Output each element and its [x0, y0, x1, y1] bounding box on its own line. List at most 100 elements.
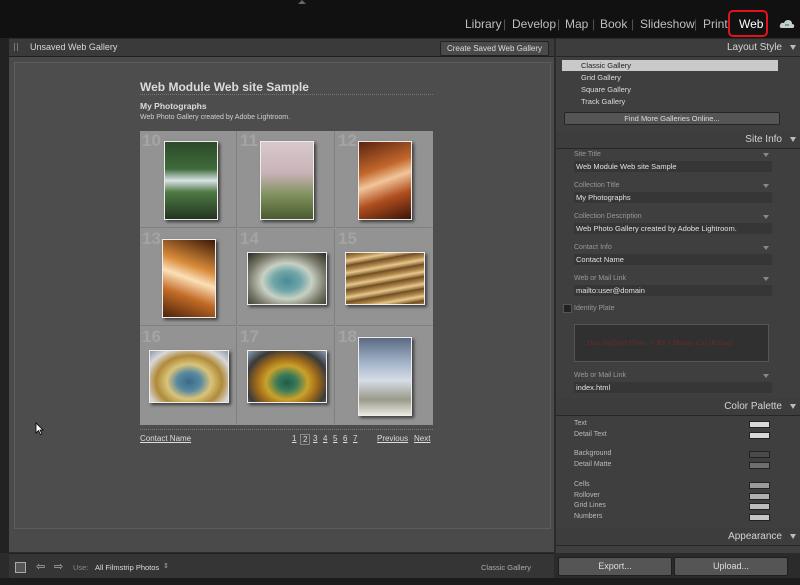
collection-description-field[interactable]: Web Photo Gallery created by Adobe Light… [574, 223, 772, 234]
arrow-right-icon[interactable]: ⇨ [54, 560, 63, 573]
module-slideshow[interactable]: Slideshow [640, 17, 695, 31]
color-swatch-detail-text[interactable] [749, 432, 770, 439]
site-info-header[interactable]: Site Info [556, 131, 800, 149]
collapse-triangle-icon[interactable] [790, 137, 796, 142]
dropdown-triangle-icon[interactable] [763, 374, 769, 378]
page-link[interactable]: 7 [353, 434, 357, 443]
site-title-label: Site Title [574, 151, 601, 158]
contact-info-field[interactable]: Contact Name [574, 254, 772, 265]
grid-cell[interactable]: 14 [238, 229, 335, 326]
collapse-triangle-icon[interactable] [790, 45, 796, 50]
module-library[interactable]: Library [465, 17, 502, 31]
color-swatch-numbers[interactable] [749, 514, 770, 521]
export-button[interactable]: Export... [558, 557, 672, 576]
photo-blossom-path[interactable] [260, 141, 314, 220]
dropdown-triangle-icon[interactable] [763, 215, 769, 219]
grid-cell[interactable]: 13 [140, 229, 237, 326]
photo-hot-spring[interactable] [247, 252, 327, 305]
page-link[interactable]: 3 [313, 434, 317, 443]
photo-dead-trees[interactable] [358, 337, 412, 416]
appearance-header[interactable]: Appearance [556, 528, 800, 546]
collapse-triangle-icon[interactable] [790, 534, 796, 539]
photo-geyser-pool[interactable] [149, 350, 229, 403]
page-link-current[interactable]: 2 [300, 434, 311, 445]
color-label-text: Text [574, 420, 587, 427]
module-web[interactable]: Web [739, 17, 763, 31]
find-more-galleries-button[interactable]: Find More Galleries Online... [564, 112, 780, 125]
mail-link-label: Web or Mail Link [574, 275, 627, 282]
cloud-sync-icon[interactable] [779, 19, 795, 29]
collapse-triangle-icon[interactable] [790, 404, 796, 409]
left-panel-edge[interactable] [0, 38, 9, 553]
photo-slot-canyon[interactable] [358, 141, 412, 220]
color-swatch-text[interactable] [749, 421, 770, 428]
grid-cell[interactable]: 15 [336, 229, 433, 326]
module-book[interactable]: Book [600, 17, 627, 31]
identity-plate-checkbox[interactable] [563, 304, 572, 313]
web-link-field[interactable]: index.html [574, 382, 772, 393]
page-link[interactable]: 4 [323, 434, 327, 443]
dropdown-triangle-icon[interactable] [763, 184, 769, 188]
grid-cell[interactable]: 18 [336, 327, 433, 424]
gallery-preview: Web Module Web site Sample My Photograph… [9, 57, 554, 552]
color-swatch-background[interactable] [749, 451, 770, 458]
gallery-option-classic[interactable]: Classic Gallery [562, 60, 778, 71]
contact-name-link[interactable]: Contact Name [140, 434, 191, 443]
grid-cell[interactable]: 12 [336, 131, 433, 228]
collection-title: My Photographs [140, 101, 207, 111]
cell-number: 17 [240, 327, 259, 346]
color-palette-header[interactable]: Color Palette [556, 398, 800, 416]
select-updown-icon[interactable]: ⇕ [163, 562, 169, 570]
grid-cell[interactable]: 17 [238, 327, 335, 424]
dropdown-triangle-icon[interactable] [763, 153, 769, 157]
cell-number: 18 [338, 327, 357, 346]
page-link[interactable]: 1 [292, 434, 296, 443]
use-label: Use: [73, 563, 89, 572]
photo-mineral-terraces[interactable] [345, 252, 425, 305]
page-link[interactable]: 6 [343, 434, 347, 443]
identity-plate-preview[interactable]: Dan Hatfield Photo · CRS 1 Master Cal (R… [574, 324, 769, 362]
create-saved-web-gallery-button[interactable]: Create Saved Web Gallery [439, 41, 549, 56]
page-link[interactable]: 5 [333, 434, 337, 443]
use-source-select[interactable]: All Filmstrip Photos [95, 563, 159, 572]
panel-title: Appearance [728, 531, 782, 542]
gallery-option-grid[interactable]: Grid Gallery [562, 72, 778, 83]
photo-canyon-light[interactable] [162, 239, 216, 318]
module-print[interactable]: Print [703, 17, 728, 31]
module-separator: | [592, 17, 596, 31]
grid-cell[interactable]: 10 [140, 131, 237, 228]
cell-number: 16 [142, 327, 161, 346]
gallery-option-track[interactable]: Track Gallery [562, 96, 778, 107]
color-label-cells: Cells [574, 481, 590, 488]
panel-title: Layout Style [726, 42, 782, 53]
color-swatch-cells[interactable] [749, 482, 770, 489]
previous-link[interactable]: Previous [377, 434, 408, 443]
photo-morning-glory-pool[interactable] [247, 350, 327, 403]
color-swatch-grid-lines[interactable] [749, 503, 770, 510]
preview-stage: Web Module Web site Sample My Photograph… [14, 62, 551, 529]
panel-toggle-triangle-icon[interactable] [298, 0, 306, 4]
layout-style-header[interactable]: Layout Style [556, 39, 800, 57]
panel-title: Site Info [745, 134, 782, 145]
module-map[interactable]: Map [565, 17, 588, 31]
gallery-status-title: Unsaved Web Gallery [30, 42, 118, 52]
module-develop[interactable]: Develop [512, 17, 556, 31]
next-link[interactable]: Next [414, 434, 430, 443]
module-separator: | [631, 17, 635, 31]
gallery-option-square[interactable]: Square Gallery [562, 84, 778, 95]
grid-cell[interactable]: 16 [140, 327, 237, 424]
arrow-left-icon[interactable]: ⇦ [36, 560, 45, 573]
grid-cell[interactable]: 11 [238, 131, 335, 228]
cell-number: 13 [142, 229, 161, 248]
color-swatch-rollover[interactable] [749, 493, 770, 500]
stop-icon[interactable] [15, 562, 26, 573]
mail-link-field[interactable]: mailto:user@domain [574, 285, 772, 296]
dropdown-triangle-icon[interactable] [763, 277, 769, 281]
upload-button[interactable]: Upload... [674, 557, 788, 576]
collection-title-field[interactable]: My Photographs [574, 192, 772, 203]
color-swatch-detail-matte[interactable] [749, 462, 770, 469]
site-title-field[interactable]: Web Module Web site Sample [574, 161, 772, 172]
photo-waterfall[interactable] [164, 141, 218, 220]
right-panel: Layout Style Classic Gallery Grid Galler… [556, 39, 800, 553]
dropdown-triangle-icon[interactable] [763, 246, 769, 250]
